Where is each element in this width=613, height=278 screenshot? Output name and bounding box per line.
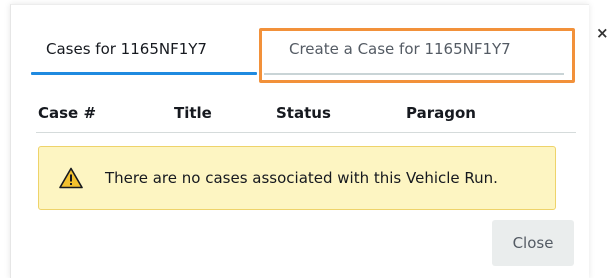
no-cases-alert: There are no cases associated with this …: [38, 146, 556, 210]
cases-table-header: Case # Title Status Paragon: [36, 98, 576, 133]
highlight-outline: [259, 28, 575, 83]
tab-cases[interactable]: Cases for 1165NF1Y7: [46, 40, 207, 58]
close-button[interactable]: Close: [492, 220, 574, 266]
column-header-paragon: Paragon: [406, 104, 476, 122]
close-icon[interactable]: ×: [596, 26, 609, 41]
column-header-status: Status: [276, 104, 331, 122]
page: × Cases for 1165NF1Y7 Create a Case for …: [0, 0, 613, 278]
alert-message: There are no cases associated with this …: [105, 169, 498, 187]
column-header-case-number: Case #: [38, 104, 97, 122]
warning-triangle-icon: [59, 167, 83, 189]
active-tab-indicator: [31, 72, 257, 75]
column-header-title: Title: [174, 104, 212, 122]
